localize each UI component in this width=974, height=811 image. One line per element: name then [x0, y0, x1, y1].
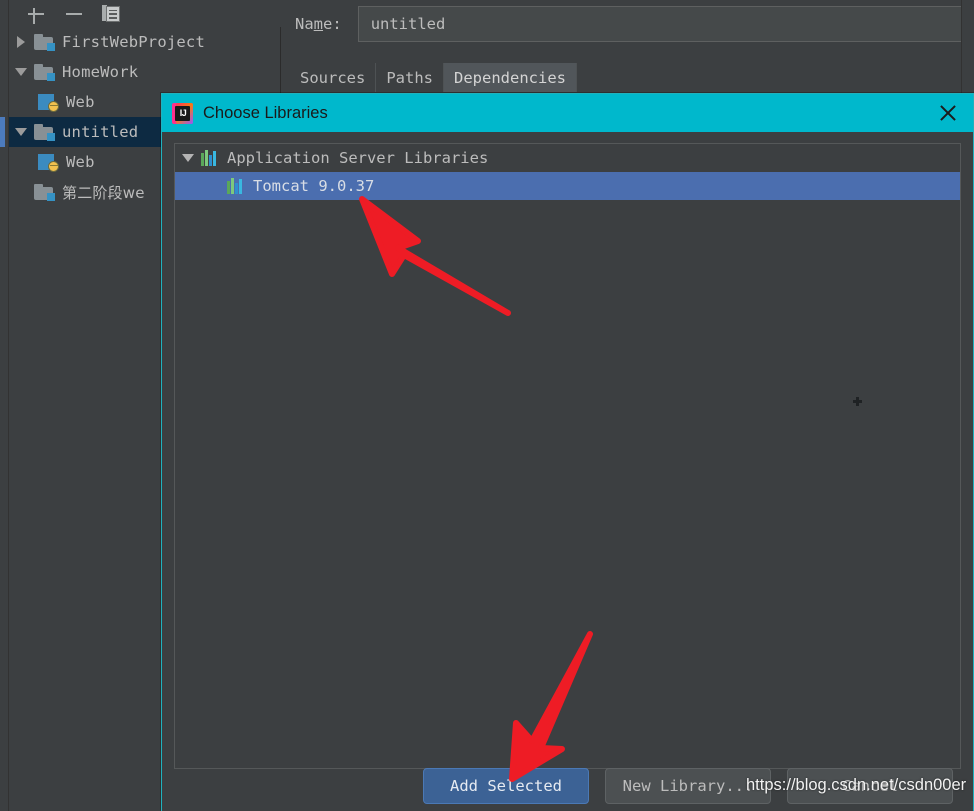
dialog-body: Application Server Libraries Tomcat 9.0.…	[162, 132, 973, 811]
selection-indicator	[0, 117, 5, 147]
web-module-icon	[37, 153, 59, 172]
module-name-row: Name: untitled	[290, 0, 974, 47]
dialog-title: Choose Libraries	[203, 103, 328, 122]
tree-item-label: Tomcat 9.0.37	[253, 177, 375, 195]
tab-sources[interactable]: Sources	[290, 63, 377, 92]
close-icon[interactable]	[937, 102, 959, 124]
folder-module-icon	[33, 33, 55, 51]
folder-module-icon	[33, 63, 55, 81]
module-name-input[interactable]: untitled	[357, 5, 974, 42]
folder-module-icon	[33, 183, 55, 201]
chevron-down-icon[interactable]	[9, 68, 33, 76]
tree-item-label: 第二阶段we	[62, 183, 145, 202]
tree-item-label: untitled	[62, 123, 139, 141]
tree-item-application-server-libraries[interactable]: Application Server Libraries	[175, 144, 960, 172]
crosshair-cursor	[853, 397, 862, 406]
choose-libraries-dialog: IJ Choose Libraries Application Server L…	[161, 93, 974, 811]
tab-dependencies[interactable]: Dependencies	[444, 63, 577, 92]
tree-item-label: HomeWork	[62, 63, 139, 81]
minus-icon[interactable]	[64, 4, 84, 24]
plus-icon[interactable]	[26, 4, 46, 24]
tree-item-homework[interactable]: HomeWork	[9, 57, 281, 87]
tree-item-tomcat[interactable]: Tomcat 9.0.37	[175, 172, 960, 200]
modules-toolbar	[9, 0, 281, 27]
tree-item-firstwebproject[interactable]: FirstWebProject	[9, 27, 281, 57]
chevron-right-icon[interactable]	[9, 36, 33, 48]
add-selected-button[interactable]: Add Selected	[423, 767, 589, 804]
watermark-text: https://blog.csdn.net/csdn00er	[746, 776, 967, 794]
web-module-icon	[37, 93, 59, 112]
tree-item-label: FirstWebProject	[62, 33, 205, 51]
library-icon	[227, 178, 245, 194]
dialog-title-bar: IJ Choose Libraries	[162, 94, 973, 132]
libraries-tree[interactable]: Application Server Libraries Tomcat 9.0.…	[174, 143, 961, 769]
app-window: FirstWebProject HomeWork Web untitled We…	[0, 0, 974, 811]
intellij-idea-logo-icon: IJ	[172, 102, 193, 124]
module-tabs: Sources Paths Dependencies	[290, 63, 577, 92]
chevron-down-icon[interactable]	[9, 128, 33, 136]
library-icon	[201, 150, 219, 166]
tree-item-label: Web	[66, 153, 95, 171]
folder-module-icon	[33, 123, 55, 141]
chevron-down-icon[interactable]	[175, 154, 201, 162]
copy-icon[interactable]	[102, 4, 124, 24]
module-name-label: Name:	[295, 14, 342, 33]
tree-item-label: Web	[66, 93, 95, 111]
tree-item-label: Application Server Libraries	[227, 149, 489, 167]
tab-paths[interactable]: Paths	[376, 63, 444, 92]
